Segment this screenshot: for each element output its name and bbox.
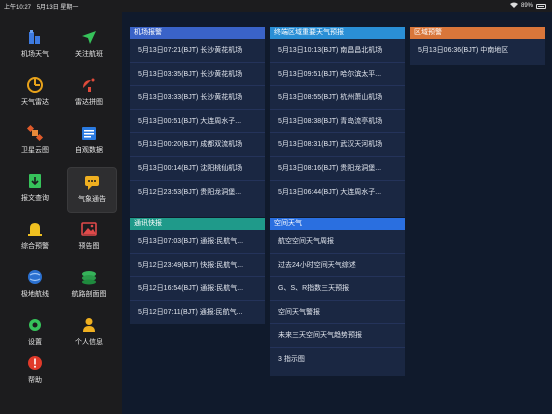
main-content: 机场报警 5月13日07:21(BJT) 长沙黄花机场 5月13日03:35(B… — [122, 12, 552, 414]
report-download-icon — [26, 172, 44, 190]
list-item[interactable]: 5月13日08:38(BJT) 青岛流亭机场 — [270, 110, 405, 134]
list-item[interactable]: 5月13日08:31(BJT) 武汉天河机场 — [270, 133, 405, 157]
list-item[interactable]: 5月13日00:20(BJT) 成都双流机场 — [130, 133, 265, 157]
sidebar-item-label: 天气雷达 — [21, 99, 49, 106]
sidebar-item-label: 航路剖面图 — [71, 291, 107, 298]
list-item[interactable]: 5月13日07:03(BJT) 通报:民航气... — [130, 230, 265, 254]
list-item[interactable]: 5月13日07:21(BJT) 长沙黄花机场 — [130, 39, 265, 63]
status-bar: 上午10:27 5月13日 星期一 89% — [0, 0, 552, 12]
panel-title: 终端区域重要天气预报 — [270, 27, 405, 39]
sidebar-item-label: 报文查询 — [21, 195, 49, 202]
list-item[interactable]: 5月13日00:14(BJT) 沈阳桃仙机场 — [130, 157, 265, 181]
list-item[interactable]: 5月12日16:54(BJT) 通报:民航气... — [130, 277, 265, 301]
list-item[interactable]: 5月13日00:51(BJT) 大连周水子... — [130, 110, 265, 134]
satellite-icon — [26, 124, 44, 142]
image-icon — [80, 220, 98, 238]
sidebar-item-followed-flights[interactable]: 关注航班 — [64, 26, 114, 66]
list-item[interactable]: 3 指示图 — [270, 348, 405, 372]
panel-title: 机场报警 — [130, 27, 265, 39]
status-date: 5月13日 星期一 — [36, 5, 79, 11]
globe-icon — [26, 268, 44, 286]
sidebar-item-label: 设置 — [28, 339, 42, 346]
sidebar-item-help[interactable]: 帮助 — [10, 352, 60, 392]
panel-space-weather: 空间天气 航空空间天气周报 过去24小时空间天气综述 G、S、R指数三天预报 空… — [270, 218, 405, 376]
radar-icon — [26, 76, 44, 94]
sidebar-item-radar-mosaic[interactable]: 雷达拼图 — [64, 74, 114, 114]
sidebar-item-satellite[interactable]: 卫星云图 — [10, 122, 60, 162]
sidebar: 机场天气 关注航班 天气雷达 雷达拼图 卫星云图 自观数据 报文查询 气象通告 … — [0, 12, 122, 414]
wifi-icon — [509, 2, 518, 10]
sidebar-item-airport-weather[interactable]: 机场天气 — [10, 26, 60, 66]
list-item[interactable]: 5月12日23:49(BJT) 快报:民航气... — [130, 254, 265, 278]
sidebar-item-label: 机场天气 — [21, 51, 49, 58]
list-item[interactable]: 5月13日09:51(BJT) 哈尔滨太平... — [270, 63, 405, 87]
sidebar-item-label: 自观数据 — [75, 147, 103, 154]
battery-percent: 89% — [520, 3, 533, 9]
panel-title: 空间天气 — [270, 218, 405, 230]
list-item[interactable]: 空间天气警报 — [270, 301, 405, 325]
sidebar-item-route-profile[interactable]: 航路剖面图 — [64, 266, 114, 306]
sidebar-item-label: 预告图 — [78, 243, 100, 250]
sidebar-item-label: 帮助 — [28, 377, 42, 384]
panel-title: 通讯快报 — [130, 218, 265, 230]
sidebar-item-label: 卫星云图 — [21, 147, 49, 154]
panel-airport-alert: 机场报警 5月13日07:21(BJT) 长沙黄花机场 5月13日03:35(B… — [130, 27, 265, 217]
sidebar-item-weather-radar[interactable]: 天气雷达 — [10, 74, 60, 114]
list-item[interactable]: 5月13日06:36(BJT) 中南地区 — [410, 39, 545, 63]
list-item[interactable]: 5月13日06:44(BJT) 大连周水子... — [270, 181, 405, 205]
alert-icon — [26, 354, 44, 372]
sidebar-item-label: 个人信息 — [75, 339, 103, 346]
battery-icon — [536, 3, 546, 9]
list-item[interactable]: 5月13日08:55(BJT) 杭州萧山机场 — [270, 86, 405, 110]
panel-bulletin: 通讯快报 5月13日07:03(BJT) 通报:民航气... 5月12日23:4… — [130, 218, 265, 324]
chat-bubble-icon — [83, 173, 101, 191]
list-item[interactable]: 5月13日08:16(BJT) 贵阳龙洞堡... — [270, 157, 405, 181]
airport-weather-icon — [26, 28, 44, 46]
gear-icon — [26, 316, 44, 334]
sidebar-item-polar-route[interactable]: 极地航线 — [10, 266, 60, 306]
list-item[interactable]: 5月13日03:33(BJT) 长沙黄花机场 — [130, 86, 265, 110]
panel-terminal-forecast: 终端区域重要天气预报 5月13日10:13(BJT) 南昌昌北机场 5月13日0… — [270, 27, 405, 217]
list-item[interactable]: 5月12日07:11(BJT) 通报:民航气... — [130, 301, 265, 325]
sidebar-item-label: 综合预警 — [21, 243, 49, 250]
sidebar-item-label: 气象通告 — [78, 196, 106, 203]
sidebar-item-observation-data[interactable]: 自观数据 — [64, 122, 114, 162]
status-time: 上午10:27 — [4, 5, 32, 11]
siren-icon — [26, 220, 44, 238]
user-icon — [80, 316, 98, 334]
list-item[interactable]: 5月13日03:35(BJT) 长沙黄花机场 — [130, 63, 265, 87]
sidebar-item-label: 关注航班 — [75, 51, 103, 58]
list-item[interactable]: 过去24小时空间天气综述 — [270, 254, 405, 278]
list-item[interactable]: G、S、R指数三天预报 — [270, 277, 405, 301]
panel-regional-warning: 区域预警 5月13日06:36(BJT) 中南地区 — [410, 27, 545, 65]
panel-title: 区域预警 — [410, 27, 545, 39]
status-left: 上午10:27 5月13日 星期一 — [4, 2, 78, 11]
sidebar-item-personal-info[interactable]: 个人信息 — [64, 314, 114, 354]
list-item[interactable]: 航空空间天气周报 — [270, 230, 405, 254]
status-right: 89% — [509, 2, 546, 10]
paper-plane-icon — [80, 28, 98, 46]
list-item[interactable]: 5月13日10:13(BJT) 南昌昌北机场 — [270, 39, 405, 63]
radar-dish-icon — [80, 76, 98, 94]
document-icon — [80, 124, 98, 142]
list-item[interactable]: 5月12日23:53(BJT) 贵阳龙洞堡... — [130, 181, 265, 205]
sidebar-item-forecast-chart[interactable]: 预告图 — [64, 218, 114, 258]
sidebar-item-label: 极地航线 — [21, 291, 49, 298]
layers-icon — [80, 268, 98, 286]
list-item[interactable]: 未来三天空间天气趋势预报 — [270, 324, 405, 348]
sidebar-item-label: 雷达拼图 — [75, 99, 103, 106]
sidebar-item-weather-notice[interactable]: 气象通告 — [67, 167, 117, 213]
sidebar-item-report-query[interactable]: 报文查询 — [10, 170, 60, 210]
sidebar-item-comprehensive-warning[interactable]: 综合预警 — [10, 218, 60, 258]
sidebar-item-settings[interactable]: 设置 — [10, 314, 60, 354]
